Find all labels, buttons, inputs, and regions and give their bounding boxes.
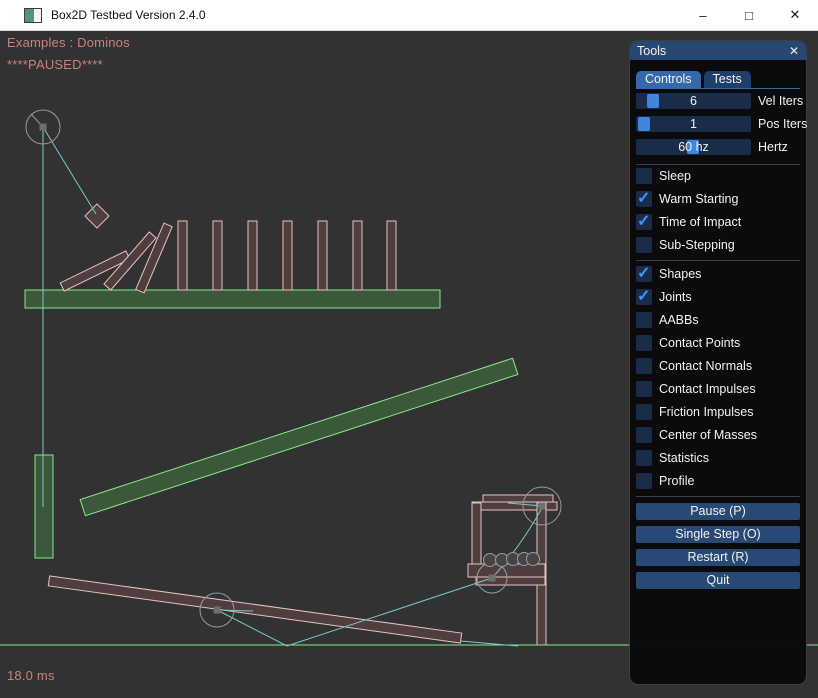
slider-row-hertz: 60 hz Hertz (636, 139, 800, 155)
checkbox-row-contact-normals[interactable]: ✓ Contact Normals (636, 358, 800, 374)
vel-iters-slider[interactable]: 6 (636, 93, 751, 109)
pos-iters-label: Pos Iters (758, 117, 807, 131)
checkbox[interactable]: ✓ (636, 450, 652, 466)
checkbox-label: AABBs (659, 313, 699, 327)
checkbox-row-friction-impulses[interactable]: ✓ Friction Impulses (636, 404, 800, 420)
separator (636, 496, 800, 497)
vel-iters-value: 6 (636, 93, 751, 109)
checkbox[interactable]: ✓ (636, 312, 652, 328)
window-title: Box2D Testbed Version 2.4.0 (51, 8, 206, 22)
checkbox[interactable]: ✓ (636, 237, 652, 253)
single-step-button[interactable]: Single Step (O) (636, 526, 800, 543)
pos-iters-slider[interactable]: 1 (636, 116, 751, 132)
close-button[interactable]: ✕ (772, 0, 818, 30)
checkbox[interactable]: ✓ (636, 427, 652, 443)
checkbox[interactable]: ✓ (636, 335, 652, 351)
slider-row-vel-iters: 6 Vel Iters (636, 93, 800, 109)
checkbox-row-time-of-impact[interactable]: ✓ Time of Impact (636, 214, 800, 230)
hertz-slider[interactable]: 60 hz (636, 139, 751, 155)
tab-bar: Controls Tests (636, 71, 800, 89)
checkbox[interactable]: ✓ (636, 289, 652, 305)
tools-panel-titlebar[interactable]: Tools ✕ (630, 41, 806, 60)
quit-button[interactable]: Quit (636, 572, 800, 589)
vel-iters-label: Vel Iters (758, 94, 803, 108)
window-titlebar: Box2D Testbed Version 2.4.0 – □ ✕ (0, 0, 818, 31)
hertz-value: 60 hz (636, 139, 751, 155)
panel-close-icon[interactable]: ✕ (789, 44, 799, 58)
example-label: Examples : Dominos (7, 35, 130, 50)
checkmark-icon: ✓ (637, 211, 650, 231)
checkbox-label: Shapes (659, 267, 701, 281)
minimize-button[interactable]: – (680, 0, 726, 30)
checkbox-label: Profile (659, 474, 694, 488)
app-icon (24, 8, 42, 23)
checkbox-row-contact-points[interactable]: ✓ Contact Points (636, 335, 800, 351)
checkbox[interactable]: ✓ (636, 381, 652, 397)
checkbox-row-sleep[interactable]: ✓ Sleep (636, 168, 800, 184)
tab-controls[interactable]: Controls (636, 71, 701, 88)
checkbox[interactable]: ✓ (636, 266, 652, 282)
checkbox-label: Contact Points (659, 336, 740, 350)
checkbox-row-profile[interactable]: ✓ Profile (636, 473, 800, 489)
frame-time-label: 18.0 ms (7, 668, 55, 683)
checkbox-label: Contact Normals (659, 359, 752, 373)
slider-row-pos-iters: 1 Pos Iters (636, 116, 800, 132)
checkbox-label: Joints (659, 290, 692, 304)
checkmark-icon: ✓ (637, 188, 650, 208)
checkbox[interactable]: ✓ (636, 358, 652, 374)
checkbox-row-sub-stepping[interactable]: ✓ Sub-Stepping (636, 237, 800, 253)
checkbox-label: Sleep (659, 169, 691, 183)
checkbox[interactable]: ✓ (636, 473, 652, 489)
tab-tests[interactable]: Tests (704, 71, 751, 88)
checkbox[interactable]: ✓ (636, 191, 652, 207)
checkbox-row-center-of-masses[interactable]: ✓ Center of Masses (636, 427, 800, 443)
checkbox-row-contact-impulses[interactable]: ✓ Contact Impulses (636, 381, 800, 397)
pos-iters-value: 1 (636, 116, 751, 132)
checkbox-row-shapes[interactable]: ✓ Shapes (636, 266, 800, 282)
tools-panel-title: Tools (637, 44, 666, 58)
checkbox-label: Friction Impulses (659, 405, 753, 419)
checkbox-label: Center of Masses (659, 428, 757, 442)
checkmark-icon: ✓ (637, 263, 650, 283)
tools-panel: Tools ✕ Controls Tests 6 Vel Iters 1 Pos… (629, 40, 807, 685)
hertz-label: Hertz (758, 140, 788, 154)
checkbox-label: Contact Impulses (659, 382, 756, 396)
restart-button[interactable]: Restart (R) (636, 549, 800, 566)
maximize-button[interactable]: □ (726, 0, 772, 30)
checkbox-row-statistics[interactable]: ✓ Statistics (636, 450, 800, 466)
checkbox[interactable]: ✓ (636, 404, 652, 420)
separator (636, 260, 800, 261)
checkbox-row-aabbs[interactable]: ✓ AABBs (636, 312, 800, 328)
checkbox[interactable]: ✓ (636, 214, 652, 230)
paused-label: ****PAUSED**** (7, 57, 103, 72)
pause-button[interactable]: Pause (P) (636, 503, 800, 520)
checkbox-label: Warm Starting (659, 192, 738, 206)
checkbox-row-joints[interactable]: ✓ Joints (636, 289, 800, 305)
separator (636, 164, 800, 165)
checkbox-row-warm-starting[interactable]: ✓ Warm Starting (636, 191, 800, 207)
checkbox-label: Time of Impact (659, 215, 741, 229)
checkmark-icon: ✓ (637, 286, 650, 306)
checkbox[interactable]: ✓ (636, 168, 652, 184)
checkbox-label: Sub-Stepping (659, 238, 735, 252)
checkbox-label: Statistics (659, 451, 709, 465)
